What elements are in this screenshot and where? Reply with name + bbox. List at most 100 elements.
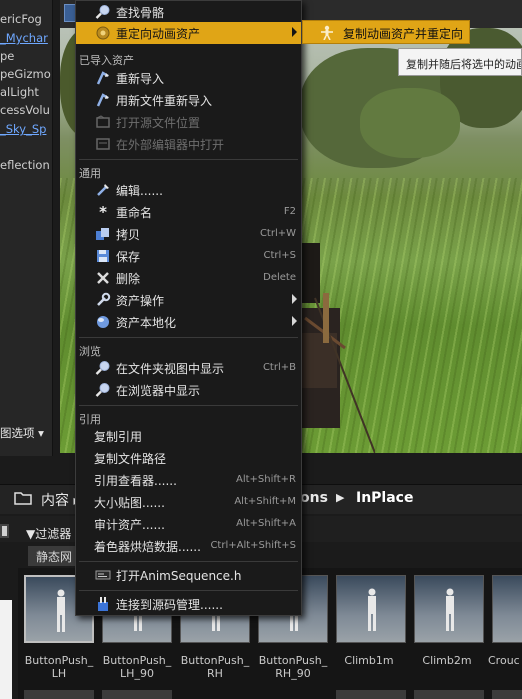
outliner-item[interactable]: cessVolu bbox=[0, 103, 50, 117]
menu-item-label: 用新文件重新导入 bbox=[116, 94, 213, 108]
menu-item-size-map[interactable]: 大小贴图...... Alt+Shift+M bbox=[76, 491, 301, 513]
submenu-arrow-icon bbox=[292, 27, 297, 37]
menu-item-edit[interactable]: 编辑...... bbox=[76, 179, 301, 201]
globe-icon bbox=[97, 316, 109, 328]
search-icon bbox=[95, 5, 110, 19]
menu-item-label: 重新导入 bbox=[116, 72, 165, 86]
menu-item-shortcut: Alt+Shift+A bbox=[236, 518, 296, 529]
menu-divider bbox=[79, 405, 298, 406]
retarget-icon bbox=[96, 26, 110, 40]
menu-item-rename[interactable]: * 重命名 F2 bbox=[76, 201, 301, 223]
submenu-arrow-icon bbox=[292, 294, 297, 304]
menu-item-reimport-new-file[interactable]: 用新文件重新导入 bbox=[76, 89, 301, 111]
menu-item-label: 审计资产...... bbox=[94, 518, 165, 532]
menu-item-duplicate[interactable]: 拷贝 Ctrl+W bbox=[76, 223, 301, 245]
menu-item-delete[interactable]: 删除 Delete bbox=[76, 267, 301, 289]
source-code-icon bbox=[95, 570, 111, 580]
menu-item-label: 复制文件路径 bbox=[94, 452, 167, 466]
asset-thumbnail[interactable] bbox=[414, 575, 484, 643]
menu-item-label: 打开源文件位置 bbox=[116, 116, 201, 130]
outliner-item[interactable]: eflection bbox=[0, 158, 50, 172]
menu-item-label: 删除 bbox=[116, 272, 141, 286]
outliner-item[interactable]: ericFog bbox=[0, 12, 42, 26]
duplicate-icon bbox=[96, 228, 109, 240]
menu-item-connect-source-control[interactable]: 连接到源码管理...... bbox=[76, 593, 301, 615]
menu-item-reference-viewer[interactable]: 引用查看器...... Alt+Shift+R bbox=[76, 469, 301, 491]
menu-item-show-in-folder-view[interactable]: 在文件夹视图中显示 Ctrl+B bbox=[76, 357, 301, 379]
retarget-duplicate-icon bbox=[321, 25, 333, 40]
menu-item-reimport[interactable]: 重新导入 bbox=[76, 67, 301, 89]
path-segment-current[interactable]: InPlace bbox=[356, 490, 413, 506]
menu-item-label: 拷贝 bbox=[116, 228, 141, 242]
submenu-arrow-icon bbox=[292, 316, 297, 326]
view-options-button[interactable]: 图选项 ▾ bbox=[0, 425, 44, 441]
menu-item-save[interactable]: 保存 Ctrl+S bbox=[76, 245, 301, 267]
path-segment-parent[interactable]: ons bbox=[300, 490, 328, 506]
menu-item-label: 大小贴图...... bbox=[94, 496, 165, 510]
mannequin-icon bbox=[368, 588, 376, 631]
tree-foliage bbox=[360, 88, 460, 158]
menu-item-copy-file-path[interactable]: 复制文件路径 bbox=[76, 447, 301, 469]
menu-item-label: 打开AnimSequence.h bbox=[116, 569, 242, 583]
save-icon bbox=[97, 250, 109, 262]
outliner-item[interactable]: pe bbox=[0, 49, 14, 63]
open-source-location-icon bbox=[96, 115, 110, 128]
menu-item-shortcut: F2 bbox=[283, 206, 296, 217]
outliner-item[interactable]: _Mychar bbox=[0, 31, 48, 45]
asset-thumbnail[interactable] bbox=[492, 575, 522, 643]
submenu-retarget: 复制动画资产并重定向 bbox=[302, 20, 470, 44]
asset-context-menu: 查找骨骼 重定向动画资产 已导入资产 重新导入 用新文件重新导入 打开源文件位置… bbox=[75, 0, 302, 616]
menu-item-open-external-editor[interactable]: 在外部编辑器中打开 bbox=[76, 133, 301, 155]
chevron-down-icon: ▾ bbox=[34, 426, 44, 440]
asset-thumbnail[interactable] bbox=[336, 690, 406, 699]
outliner-item[interactable]: alLight bbox=[0, 85, 39, 99]
folder-icon[interactable] bbox=[14, 491, 32, 505]
menu-item-open-source-header[interactable]: 打开AnimSequence.h bbox=[76, 564, 301, 586]
menu-item-label: 重命名 bbox=[116, 206, 153, 220]
asset-thumbnail[interactable] bbox=[414, 690, 484, 699]
path-separator-icon[interactable]: ▶ bbox=[336, 491, 344, 504]
menu-item-label: 着色器烘焙数据...... bbox=[94, 540, 201, 554]
sources-toggle-icon[interactable] bbox=[0, 524, 9, 538]
menu-item-shortcut: Alt+Shift+R bbox=[236, 474, 296, 485]
asset-thumbnail[interactable] bbox=[24, 690, 94, 699]
menu-item-asset-actions[interactable]: 资产操作 bbox=[76, 289, 301, 311]
menu-item-label: 在浏览器中显示 bbox=[116, 384, 201, 398]
menu-item-duplicate-and-retarget[interactable]: 复制动画资产并重定向 bbox=[343, 25, 463, 42]
asset-thumbnail[interactable] bbox=[492, 690, 522, 699]
svg-text:*: * bbox=[99, 204, 107, 220]
menu-item-shortcut: Ctrl+S bbox=[263, 250, 296, 261]
menu-item-label: 在外部编辑器中打开 bbox=[116, 138, 225, 152]
asset-name: ButtonPush_ LH bbox=[24, 654, 94, 680]
menu-item-copy-reference[interactable]: 复制引用 bbox=[76, 425, 301, 447]
outliner-item[interactable]: peGizmo bbox=[0, 67, 51, 81]
menu-item-label: 重定向动画资产 bbox=[116, 27, 201, 41]
asset-thumbnail[interactable] bbox=[336, 575, 406, 643]
find-in-folder-icon bbox=[95, 361, 110, 375]
menu-item-label: 资产本地化 bbox=[116, 316, 177, 330]
filters-button[interactable]: ▼过滤器 bbox=[26, 525, 71, 542]
asset-name: Crouc bbox=[488, 654, 520, 667]
rename-icon: * bbox=[99, 204, 107, 220]
menu-item-label: 连接到源码管理...... bbox=[116, 598, 223, 612]
menu-item-audit-assets[interactable]: 审计资产...... Alt+Shift+A bbox=[76, 513, 301, 535]
menu-item-shortcut: Ctrl+W bbox=[259, 228, 296, 239]
menu-item-find-skeleton[interactable]: 查找骨骼 bbox=[76, 1, 301, 23]
menu-item-open-source-location[interactable]: 打开源文件位置 bbox=[76, 111, 301, 133]
menu-divider bbox=[79, 159, 298, 160]
menu-item-show-in-browser[interactable]: 在浏览器中显示 bbox=[76, 379, 301, 401]
menu-item-shader-cook-stats[interactable]: 着色器烘焙数据...... Ctrl+Alt+Shift+S bbox=[76, 535, 301, 557]
menu-item-retarget-anim-assets[interactable]: 重定向动画资产 bbox=[76, 22, 301, 44]
external-editor-icon bbox=[96, 138, 110, 150]
outliner-item[interactable]: _Sky_Sp bbox=[0, 122, 46, 136]
asset-thumbnail[interactable] bbox=[102, 690, 172, 699]
filter-tag-static-mesh[interactable]: 静态网 bbox=[28, 546, 78, 566]
menu-item-asset-localization[interactable]: 资产本地化 bbox=[76, 311, 301, 333]
menu-item-shortcut: Ctrl+B bbox=[262, 362, 296, 373]
menu-divider bbox=[79, 337, 298, 338]
menu-divider bbox=[79, 561, 298, 562]
sources-panel bbox=[0, 600, 12, 699]
world-outliner-panel: ericFog _Mychar pe peGizmo alLight cessV… bbox=[0, 0, 53, 456]
asset-name: ButtonPush_ LH_90 bbox=[102, 654, 172, 680]
reimport-new-file-icon bbox=[96, 93, 109, 107]
